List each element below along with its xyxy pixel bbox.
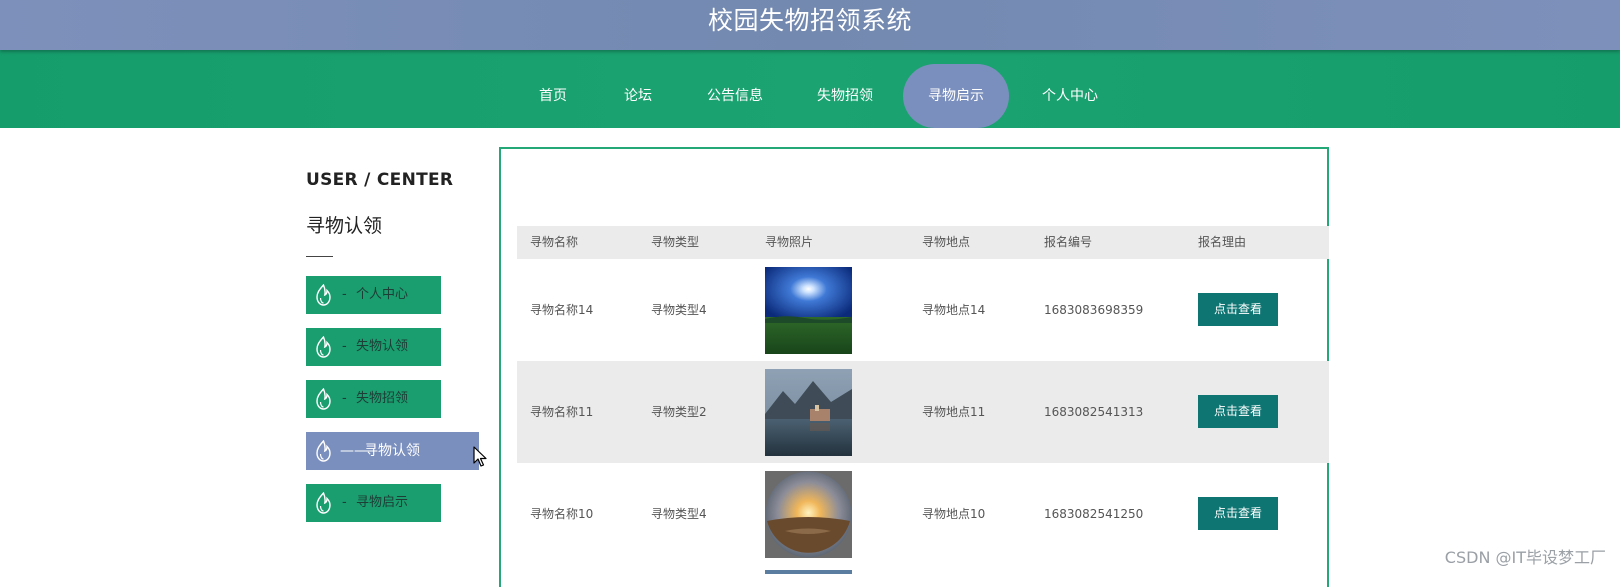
sidebar-divider <box>306 256 333 257</box>
item-photo <box>765 267 852 354</box>
sidebar-item-user-center[interactable]: - 个人中心 <box>306 276 441 314</box>
sidebar-item-found-claim[interactable]: - 失物认领 <box>306 328 441 366</box>
view-button[interactable]: 点击查看 <box>1198 497 1278 530</box>
sidebar-item-lost-claim[interactable]: —— 寻物认领 <box>306 432 479 470</box>
sidebar-item-label: 失物认领 <box>356 339 409 354</box>
claims-table: 寻物名称 寻物类型 寻物照片 寻物地点 报名编号 报名理由 寻物名称14 寻物类… <box>517 226 1329 565</box>
nav-item-lost-and-found[interactable]: 失物招领 <box>808 64 882 128</box>
title-bar: 校园失物招领系统 <box>0 0 1620 50</box>
column-header: 报名理由 <box>1198 235 1247 249</box>
sidebar-item-label: 失物招领 <box>356 391 409 406</box>
registration-number: 1683083698359 <box>1044 303 1144 317</box>
item-name: 寻物名称11 <box>530 405 594 419</box>
menu-dash: - <box>342 339 347 354</box>
menu-dash: - <box>342 495 347 510</box>
view-button[interactable]: 点击查看 <box>1198 293 1278 326</box>
flame-icon <box>316 492 331 514</box>
item-name: 寻物名称14 <box>530 303 594 317</box>
item-place: 寻物地点14 <box>922 303 986 317</box>
column-header: 寻物地点 <box>922 235 971 249</box>
menu-dash: - <box>342 287 347 302</box>
nav-item-forum[interactable]: 论坛 <box>608 64 668 128</box>
view-button[interactable]: 点击查看 <box>1198 395 1278 428</box>
table-row: 寻物名称10 寻物类型4 寻物地点10 1683082541250 点击查看 <box>517 463 1329 565</box>
mouse-cursor-icon <box>473 446 487 467</box>
item-name: 寻物名称10 <box>530 507 594 521</box>
main-nav: 首页 论坛 公告信息 失物招领 寻物启示 个人中心 <box>0 50 1620 128</box>
item-type: 寻物类型2 <box>651 405 707 419</box>
flame-icon <box>316 388 331 410</box>
sidebar-item-label: 寻物认领 <box>364 443 420 459</box>
table-row: 寻物名称14 寻物类型4 寻物地点14 1683083698359 点击查看 <box>517 259 1329 361</box>
column-header: 寻物名称 <box>530 235 579 249</box>
nav-item-lost-notices[interactable]: 寻物启示 <box>903 64 1009 128</box>
column-header: 寻物类型 <box>651 235 700 249</box>
item-type: 寻物类型4 <box>651 507 707 521</box>
registration-number: 1683082541313 <box>1044 405 1144 419</box>
flame-icon <box>316 336 331 358</box>
column-header: 报名编号 <box>1044 235 1093 249</box>
item-photo <box>765 369 852 456</box>
sidebar-item-lost-notices[interactable]: - 寻物启示 <box>306 484 441 522</box>
menu-dash: - <box>342 391 347 406</box>
item-place: 寻物地点10 <box>922 507 986 521</box>
sidebar-item-label: 个人中心 <box>356 287 409 302</box>
table-row: 寻物名称11 寻物类型2 寻物地点11 1683082541313 点击查看 <box>517 361 1329 463</box>
item-place: 寻物地点11 <box>922 405 986 419</box>
nav-item-home[interactable]: 首页 <box>523 64 583 128</box>
item-photo <box>765 471 852 558</box>
site-title: 校园失物招领系统 <box>707 6 912 35</box>
item-type: 寻物类型4 <box>651 303 707 317</box>
item-photo-partial <box>765 570 852 574</box>
column-header: 寻物照片 <box>765 235 814 249</box>
nav-item-announcements[interactable]: 公告信息 <box>698 64 772 128</box>
sidebar-subtitle: 寻物认领 <box>306 215 383 237</box>
flame-icon <box>316 284 331 306</box>
sidebar-item-label: 寻物启示 <box>356 495 409 510</box>
registration-number: 1683082541250 <box>1044 507 1144 521</box>
flame-icon <box>316 440 331 462</box>
sidebar-title: USER / CENTER <box>306 170 454 190</box>
watermark: CSDN @IT毕设梦工厂 <box>1444 548 1606 567</box>
table-header: 寻物名称 寻物类型 寻物照片 寻物地点 报名编号 报名理由 <box>517 226 1329 259</box>
sidebar-item-lost-and-found[interactable]: - 失物招领 <box>306 380 441 418</box>
nav-item-user-center[interactable]: 个人中心 <box>1033 64 1107 128</box>
